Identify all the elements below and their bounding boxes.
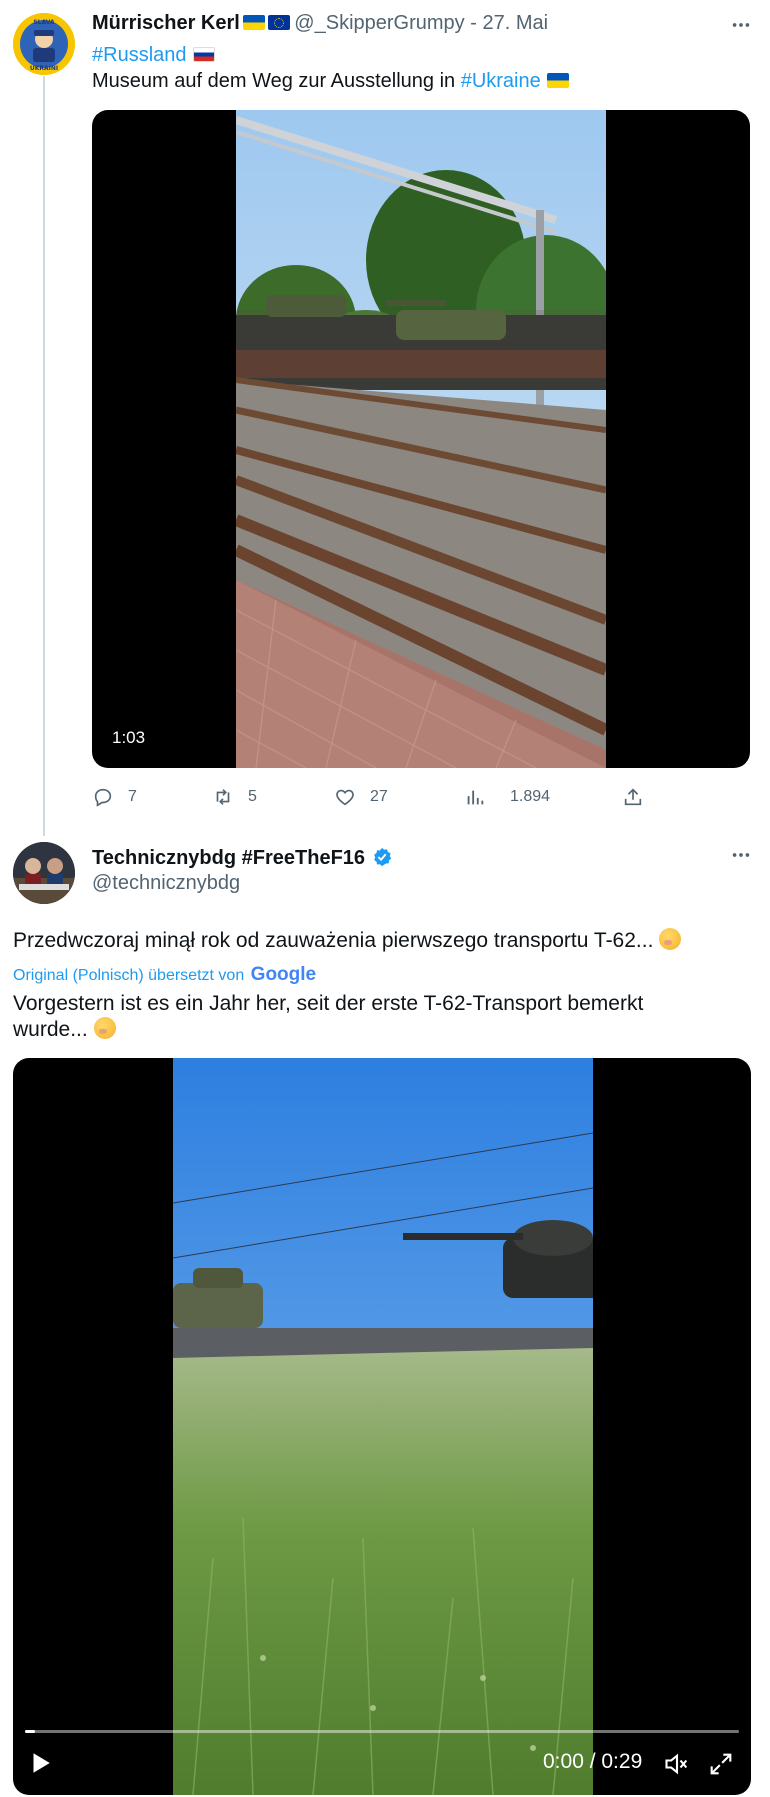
fullscreen-icon[interactable] bbox=[707, 1750, 735, 1783]
author-name[interactable]: Mürrischer Kerl bbox=[92, 12, 240, 34]
hashtag-ukraine[interactable]: #Ukraine bbox=[461, 70, 541, 92]
video-player-2[interactable]: 0:00 / 0:29 bbox=[13, 1058, 751, 1795]
tweet-header: Mürrischer Kerl @_SkipperGrumpy - 27. Ma… bbox=[92, 12, 548, 35]
verified-icon bbox=[371, 846, 393, 873]
original-text: Przedwczoraj minął rok od zauważenia pie… bbox=[13, 928, 758, 954]
video-duration: 1:03 bbox=[112, 728, 146, 747]
tweet-header: Technicznybdg #FreeTheF16 bbox=[92, 846, 393, 873]
more-icon[interactable] bbox=[730, 14, 752, 41]
tweet-1[interactable]: SLAVA UKRAINI Mürrischer Kerl @_SkipperG… bbox=[0, 0, 770, 836]
reply-count: 7 bbox=[128, 788, 137, 805]
svg-text:UKRAINI: UKRAINI bbox=[30, 65, 58, 72]
retweet-button[interactable]: 5 bbox=[212, 786, 257, 808]
translation-note[interactable]: Original (Polnisch) übersetzt von Google bbox=[13, 964, 316, 986]
share-icon bbox=[624, 788, 642, 806]
more-icon[interactable] bbox=[730, 844, 752, 871]
hashtag-russland[interactable]: #Russland bbox=[92, 44, 187, 66]
video-progress-fill bbox=[25, 1730, 35, 1733]
thread-line bbox=[43, 76, 45, 836]
avatar-image: SLAVA UKRAINI bbox=[13, 13, 75, 75]
emoji-icon bbox=[93, 1017, 116, 1039]
avatar-image bbox=[13, 842, 75, 904]
like-icon bbox=[336, 789, 354, 806]
translated-text: Vorgestern ist es ein Jahr her, seit der… bbox=[13, 991, 713, 1043]
google-logo: Google bbox=[250, 964, 317, 985]
views-count: 1.894 bbox=[510, 788, 551, 805]
retweet-icon bbox=[216, 789, 230, 805]
svg-text:SLAVA: SLAVA bbox=[33, 19, 55, 26]
ukraine-flag-icon bbox=[242, 15, 265, 30]
tweet-text: #Russland Museum auf dem Weg zur Ausstel… bbox=[92, 42, 752, 94]
views-icon bbox=[467, 790, 484, 805]
original-body: Przedwczoraj minął rok od zauważenia pie… bbox=[13, 929, 654, 952]
author-name[interactable]: Technicznybdg #FreeTheF16 bbox=[92, 847, 365, 869]
avatar[interactable] bbox=[13, 842, 75, 904]
author-handle[interactable]: @technicznybdg bbox=[92, 872, 240, 895]
video-frame-rail-yard bbox=[236, 110, 606, 768]
eu-flag-icon bbox=[267, 15, 290, 30]
video-player-1[interactable]: 1:03 bbox=[92, 110, 750, 768]
emoji-icon bbox=[659, 928, 682, 950]
retweet-count: 5 bbox=[248, 788, 257, 805]
tweet-2[interactable]: Technicznybdg #FreeTheF16 @technicznybdg… bbox=[0, 836, 770, 1797]
video-time: 0:00 / 0:29 bbox=[543, 1750, 643, 1773]
like-button[interactable]: 27 bbox=[334, 786, 388, 808]
tweet-date[interactable]: 27. Mai bbox=[482, 12, 548, 34]
views-button[interactable]: 1.894 bbox=[464, 786, 550, 808]
share-button[interactable] bbox=[622, 786, 644, 808]
like-count: 27 bbox=[370, 788, 388, 805]
tweet-body: Museum auf dem Weg zur Ausstellung in bbox=[92, 70, 461, 92]
video-frame-tanks-on-train bbox=[173, 1058, 593, 1795]
author-handle[interactable]: @_SkipperGrumpy bbox=[294, 12, 464, 34]
action-bar: 7 5 27 1.894 bbox=[92, 786, 652, 814]
video-progress-bar[interactable] bbox=[25, 1730, 739, 1733]
play-icon[interactable] bbox=[27, 1750, 53, 1781]
separator: - bbox=[464, 12, 483, 34]
avatar[interactable]: SLAVA UKRAINI bbox=[13, 13, 75, 75]
reply-icon bbox=[94, 788, 112, 807]
mute-icon[interactable] bbox=[663, 1750, 691, 1783]
translation-label[interactable]: Original (Polnisch) übersetzt von bbox=[13, 967, 244, 984]
ukraine-flag-icon bbox=[546, 73, 569, 88]
reply-button[interactable]: 7 bbox=[92, 786, 137, 808]
russia-flag-icon bbox=[192, 47, 215, 62]
